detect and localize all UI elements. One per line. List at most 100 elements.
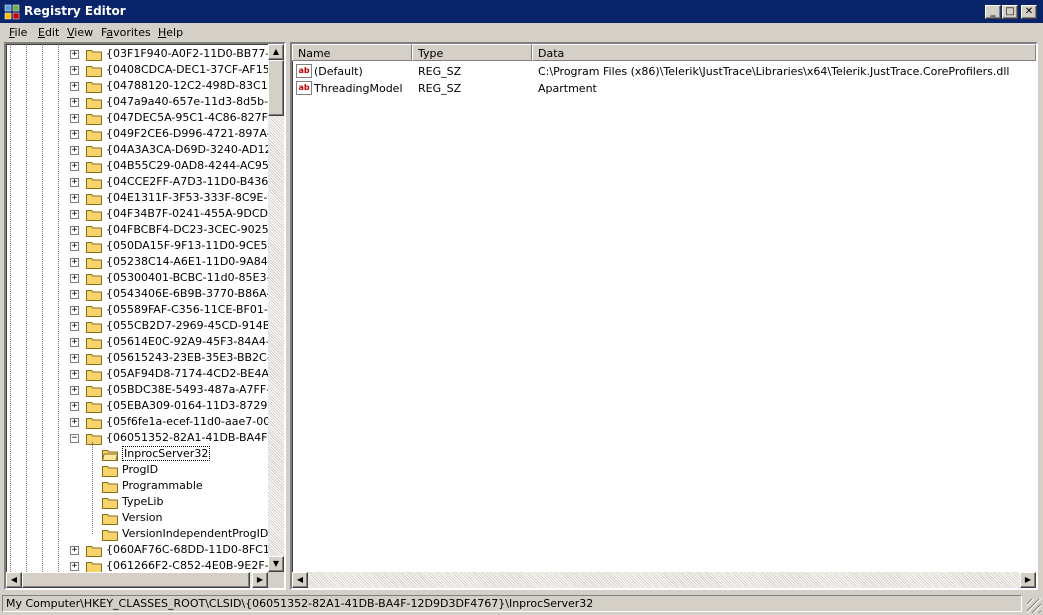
tree-scroll-down-button[interactable]: ▼ xyxy=(268,556,284,572)
tree-item[interactable]: ProgID xyxy=(6,462,284,478)
menu-view[interactable]: View xyxy=(67,26,93,39)
tree-item[interactable]: + {05614E0C-92A9-45F3-84A4-46C xyxy=(6,334,284,350)
tree-item[interactable]: + {05AF94D8-7174-4CD2-BE4A-412 xyxy=(6,366,284,382)
tree-vscroll-thumb[interactable] xyxy=(268,60,284,116)
expand-icon[interactable]: + xyxy=(70,162,79,171)
tree-item[interactable]: + {0408CDCA-DEC1-37CF-AF15-60 xyxy=(6,62,284,78)
column-header-name[interactable]: Name xyxy=(292,44,412,61)
column-header-data[interactable]: Data xyxy=(532,44,1036,61)
expand-icon[interactable]: + xyxy=(70,194,79,203)
expand-icon[interactable]: + xyxy=(70,338,79,347)
tree-item[interactable]: + {05BDC38E-5493-487a-A7FF-8CF xyxy=(6,382,284,398)
string-value-icon: ab xyxy=(296,81,312,95)
tree-item[interactable]: + {0543406E-6B9B-3770-B86A-E39( xyxy=(6,286,284,302)
tree-item[interactable]: + {05238C14-A6E1-11D0-9A84-00C xyxy=(6,254,286,270)
tree-item[interactable]: + {04F34B7F-0241-455A-9DCD-254 xyxy=(6,206,284,222)
collapse-icon[interactable]: − xyxy=(70,434,79,443)
key-tree-pane[interactable]: + {03F1F940-A0F2-11D0-BB77-00A + {0408CDCA-… xyxy=(4,42,286,590)
expand-icon[interactable]: + xyxy=(70,322,79,331)
minimize-button[interactable]: _ xyxy=(985,5,1001,19)
tree-item[interactable]: + {060AF76C-68DD-11D0-8FC1-00C xyxy=(6,542,284,558)
tree-scroll-up-button[interactable]: ▲ xyxy=(268,44,284,60)
menu-edit[interactable]: Edit xyxy=(38,26,59,39)
expand-icon[interactable]: + xyxy=(70,354,79,363)
tree-item[interactable]: + {05300401-BCBC-11d0-85E3-00C xyxy=(6,270,284,286)
expand-icon[interactable]: + xyxy=(70,146,79,155)
expand-icon[interactable]: + xyxy=(70,306,79,315)
expand-icon[interactable]: + xyxy=(70,130,79,139)
tree-scroll-right-button[interactable]: ▶ xyxy=(252,572,268,588)
tree-item[interactable]: + {05EBA309-0164-11D3-8729-00C xyxy=(6,398,284,414)
tree-item[interactable]: + {049F2CE6-D996-4721-897A-DB1 xyxy=(6,126,284,142)
expand-icon[interactable]: + xyxy=(70,178,79,187)
tree-scroll-corner xyxy=(268,572,284,588)
expand-icon[interactable]: + xyxy=(70,82,79,91)
tree-item[interactable]: + {05615243-23EB-35E3-BB2C-096( xyxy=(6,350,284,366)
tree-item[interactable]: TypeLib xyxy=(6,494,284,510)
expand-icon[interactable]: + xyxy=(70,546,79,555)
tree-item[interactable]: + {04788120-12C2-498D-83C1-A7D xyxy=(6,78,284,94)
list-hscroll-track[interactable] xyxy=(292,572,1036,588)
value-data: Apartment xyxy=(538,82,597,95)
expand-icon[interactable]: + xyxy=(70,226,79,235)
list-scroll-right-button[interactable]: ▶ xyxy=(1020,572,1036,588)
tree-item[interactable]: Programmable xyxy=(6,478,284,494)
expand-icon[interactable]: + xyxy=(70,258,79,267)
tree-item[interactable]: + {05589FAF-C356-11CE-BF01-00A xyxy=(6,302,284,318)
folder-icon xyxy=(86,272,102,285)
tree-vscroll-track[interactable] xyxy=(268,44,284,572)
menu-help[interactable]: Help xyxy=(158,26,183,39)
folder-icon xyxy=(102,480,118,493)
tree-item[interactable]: + {05f6fe1a-ecef-11d0-aae7-00c04 xyxy=(6,414,284,430)
tree-item-label: {05238C14-A6E1-11D0-9A84-00C xyxy=(106,255,286,268)
tree-item[interactable]: + {04B55C29-0AD8-4244-AC95-A87 xyxy=(6,158,284,174)
maximize-button[interactable]: □ xyxy=(1002,5,1018,19)
expand-icon[interactable]: + xyxy=(70,50,79,59)
tree-item[interactable]: VersionIndependentProgID xyxy=(6,526,284,542)
tree-item[interactable]: + {04A3A3CA-D69D-3240-AD12-EE xyxy=(6,142,286,158)
expand-icon[interactable]: + xyxy=(70,114,79,123)
tree-item[interactable]: + {04CCE2FF-A7D3-11D0-B436-00A xyxy=(6,174,284,190)
tree-item[interactable]: + {055CB2D7-2969-45CD-914B-768 xyxy=(6,318,284,334)
window-title: Registry Editor xyxy=(24,4,126,18)
folder-icon xyxy=(86,64,102,77)
menu-file[interactable]: File xyxy=(9,26,27,39)
folder-icon xyxy=(102,512,118,525)
expand-icon[interactable]: + xyxy=(70,290,79,299)
tree-item[interactable]: + {047a9a40-657e-11d3-8d5b-001( xyxy=(6,94,284,110)
value-row[interactable]: ab (Default) REG_SZ C:\Program Files (x8… xyxy=(294,63,1034,79)
expand-icon[interactable]: + xyxy=(70,66,79,75)
expand-icon[interactable]: + xyxy=(70,274,79,283)
expand-icon[interactable]: + xyxy=(70,402,79,411)
close-button[interactable]: ✕ xyxy=(1021,5,1037,19)
tree-item[interactable]: + {047DEC5A-95C1-4C86-827F-7B8 xyxy=(6,110,284,126)
folder-icon xyxy=(86,544,102,557)
menu-favorites[interactable]: Favorites xyxy=(101,26,151,39)
tree-item[interactable]: + {04FBCBF4-DC23-3CEC-9025-9D4 xyxy=(6,222,284,238)
expand-icon[interactable]: + xyxy=(70,370,79,379)
tree-item[interactable]: Version xyxy=(6,510,284,526)
expand-icon[interactable]: + xyxy=(70,210,79,219)
tree-item[interactable]: + {03F1F940-A0F2-11D0-BB77-00A xyxy=(6,46,284,62)
expand-icon[interactable]: + xyxy=(70,242,79,251)
folder-icon xyxy=(86,432,102,445)
folder-icon xyxy=(86,384,102,397)
status-bar: My Computer\HKEY_CLASSES_ROOT\CLSID\{060… xyxy=(0,593,1043,615)
values-list-pane[interactable]: Name Type Data ab (Default) REG_SZ C:\Pr… xyxy=(290,42,1038,590)
list-scroll-left-button[interactable]: ◀ xyxy=(292,572,308,588)
tree-item[interactable]: + {04E1311F-3F53-333F-8C9E-BDB xyxy=(6,190,284,206)
column-header-type[interactable]: Type xyxy=(412,44,532,61)
resize-grip-icon[interactable] xyxy=(1027,599,1041,613)
tree-scroll-left-button[interactable]: ◀ xyxy=(6,572,22,588)
expand-icon[interactable]: + xyxy=(70,562,79,571)
tree-hscroll-thumb[interactable] xyxy=(22,572,250,588)
tree-item[interactable]: InprocServer32 xyxy=(6,446,284,462)
tree-item-label: InprocServer32 xyxy=(122,446,211,461)
value-row[interactable]: ab ThreadingModel REG_SZ Apartment xyxy=(294,80,1034,96)
expand-icon[interactable]: + xyxy=(70,386,79,395)
expand-icon[interactable]: + xyxy=(70,418,79,427)
expand-icon[interactable]: + xyxy=(70,98,79,107)
tree-item[interactable]: + {050DA15F-9F13-11D0-9CE5-00C xyxy=(6,238,284,254)
tree-item[interactable]: − {06051352-82A1-41DB-BA4F-12D xyxy=(6,430,284,446)
tree-item-label: {04A3A3CA-D69D-3240-AD12-EE xyxy=(106,143,286,156)
